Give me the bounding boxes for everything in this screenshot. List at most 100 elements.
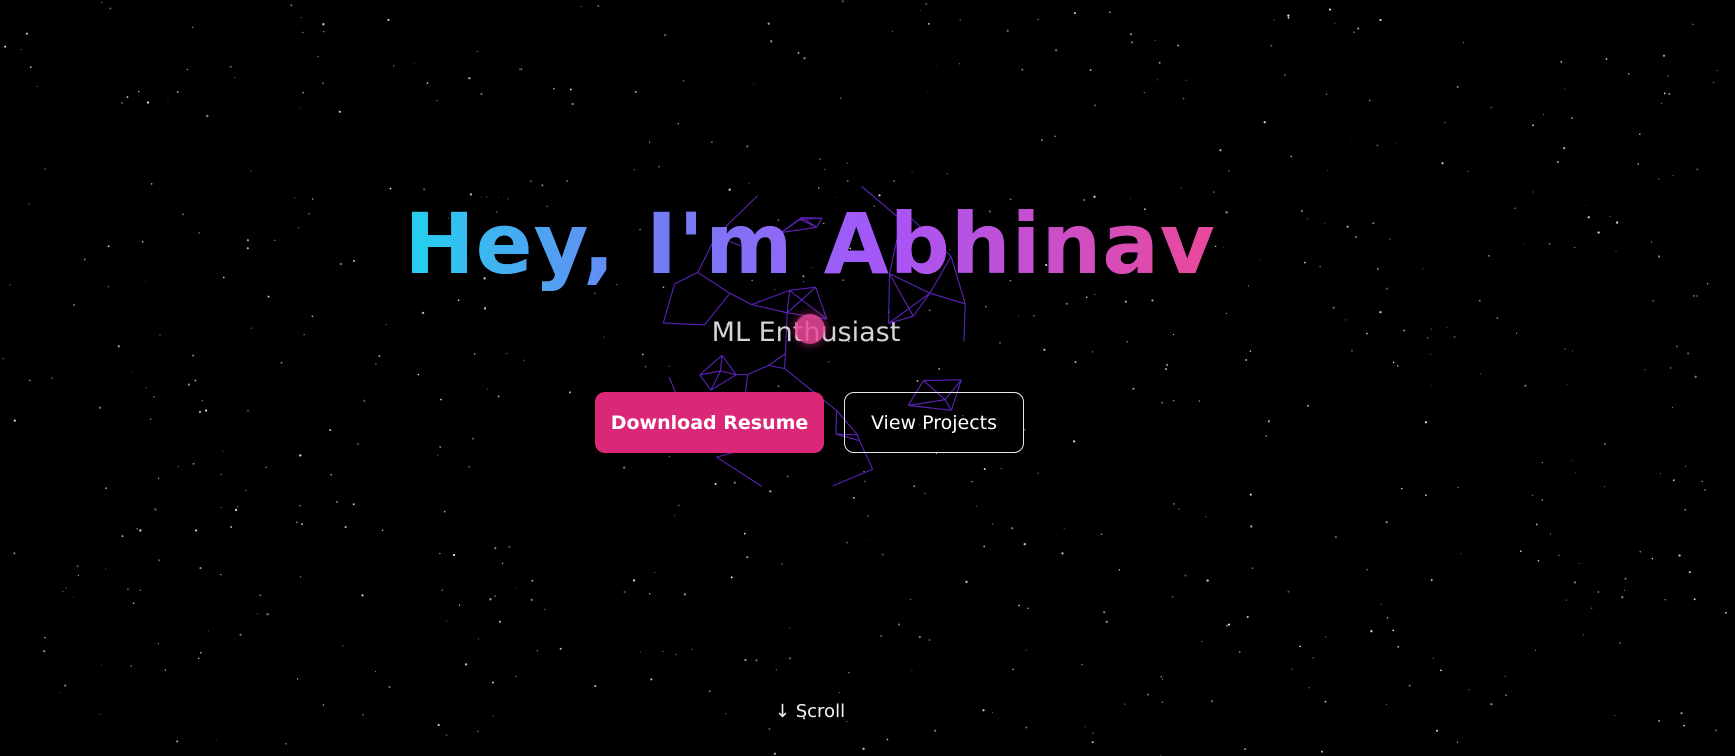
star: [361, 594, 364, 597]
star: [1290, 155, 1292, 158]
wireframe-edge: [832, 468, 873, 487]
star: [1556, 160, 1560, 164]
star: [1396, 365, 1399, 367]
star: [1479, 373, 1482, 375]
star: [222, 450, 224, 452]
wireframe-edge: [929, 292, 966, 305]
star: [177, 465, 179, 468]
star: [553, 87, 555, 90]
star: [1226, 624, 1229, 627]
star: [234, 508, 238, 512]
star: [1395, 142, 1397, 144]
star: [480, 92, 483, 95]
star: [1108, 11, 1111, 14]
star: [494, 547, 497, 550]
star: [1430, 353, 1431, 355]
star: [1092, 732, 1094, 734]
star: [378, 354, 381, 358]
star: [1651, 558, 1654, 560]
star: [1250, 525, 1253, 528]
star: [1089, 69, 1092, 71]
star: [296, 678, 299, 680]
star: [44, 168, 46, 170]
star: [206, 114, 209, 118]
star: [654, 572, 656, 574]
star: [1094, 104, 1097, 107]
star: [644, 365, 647, 368]
star: [457, 299, 460, 302]
star: [1675, 345, 1678, 348]
star: [1366, 568, 1369, 571]
star: [20, 49, 22, 50]
star: [1684, 509, 1686, 511]
download-resume-button[interactable]: Download Resume: [595, 392, 824, 453]
star: [1267, 420, 1271, 423]
star: [743, 532, 746, 535]
star: [1701, 480, 1703, 483]
star: [330, 473, 333, 476]
star: [1672, 479, 1675, 482]
star: [755, 659, 758, 662]
star: [199, 651, 202, 654]
star: [487, 388, 489, 390]
star: [126, 96, 129, 99]
view-projects-button[interactable]: View Projects: [844, 392, 1024, 453]
star: [468, 77, 471, 80]
star: [841, 0, 844, 3]
star: [1657, 178, 1660, 180]
star: [1604, 486, 1606, 488]
star: [773, 752, 777, 755]
star: [775, 669, 777, 671]
wireframe-edge: [719, 355, 723, 371]
star: [280, 361, 283, 364]
star: [335, 500, 339, 504]
star: [229, 65, 232, 68]
star: [25, 32, 29, 35]
star: [1575, 472, 1576, 474]
star: [1688, 571, 1691, 574]
wireframe-edge: [729, 292, 752, 306]
star: [1558, 554, 1560, 557]
star: [1652, 299, 1655, 302]
star: [1724, 611, 1727, 614]
star: [1328, 8, 1332, 11]
star: [13, 552, 16, 555]
star: [523, 359, 525, 362]
star: [29, 66, 32, 68]
star: [880, 635, 883, 638]
star: [1627, 72, 1630, 75]
star: [1185, 79, 1187, 81]
star: [1668, 93, 1671, 95]
star: [1672, 174, 1674, 176]
star: [1184, 574, 1187, 577]
star: [797, 52, 800, 54]
star: [1658, 719, 1661, 722]
star: [121, 535, 124, 537]
star: [1441, 162, 1444, 165]
star: [36, 85, 38, 88]
star: [1219, 149, 1222, 152]
star: [497, 395, 500, 398]
star: [1040, 139, 1043, 142]
star: [192, 26, 194, 28]
star: [682, 80, 685, 82]
star: [1198, 400, 1201, 402]
star: [1692, 294, 1695, 297]
star: [250, 170, 252, 172]
star: [101, 664, 102, 666]
star: [375, 363, 377, 365]
star: [150, 183, 153, 185]
star: [1704, 489, 1707, 491]
star: [201, 400, 204, 402]
star: [541, 184, 544, 187]
scroll-hint[interactable]: ↓ Scroll: [0, 700, 1620, 724]
star: [788, 657, 792, 660]
star: [338, 110, 341, 113]
star: [464, 663, 468, 666]
star: [198, 410, 202, 414]
star: [441, 589, 444, 592]
star: [1124, 300, 1127, 303]
star: [867, 515, 869, 517]
star: [245, 489, 247, 492]
star: [881, 553, 884, 556]
